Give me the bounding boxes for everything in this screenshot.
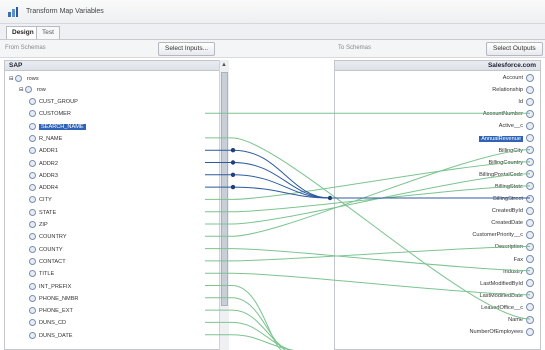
mapping-line[interactable]	[205, 161, 531, 200]
mapping-line[interactable]	[205, 173, 531, 225]
mapping-line[interactable]	[205, 248, 531, 272]
mapping-line[interactable]	[205, 185, 531, 213]
mapping-line[interactable]	[205, 321, 303, 350]
mapping-line[interactable]	[205, 162, 530, 199]
mapping-canvas	[205, 112, 531, 350]
connector-dot[interactable]	[230, 160, 236, 165]
connector-dot[interactable]	[230, 148, 236, 153]
connector-dot[interactable]	[230, 184, 236, 190]
mapping-line[interactable]	[205, 174, 530, 199]
connector-dot[interactable]	[327, 195, 333, 201]
mapping-line[interactable]	[205, 285, 285, 350]
mapping-line[interactable]	[205, 149, 530, 199]
mapping-line[interactable]	[205, 334, 309, 350]
mapping-line[interactable]	[205, 309, 297, 350]
mapping-line[interactable]	[205, 272, 531, 296]
mapping-line[interactable]	[205, 297, 291, 350]
mapping-line[interactable]	[205, 149, 531, 237]
connector-dot[interactable]	[230, 172, 236, 177]
